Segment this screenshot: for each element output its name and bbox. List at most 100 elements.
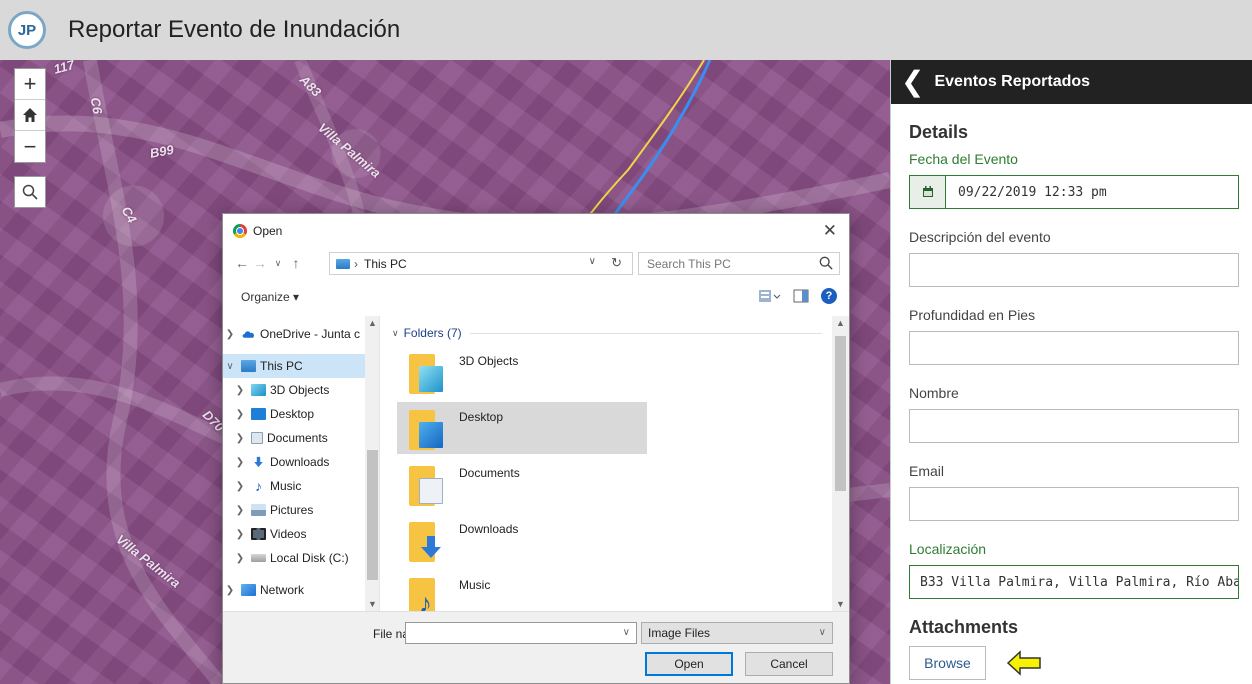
scroll-down-icon[interactable]: ▼ (368, 599, 377, 609)
chevron-right-icon[interactable]: ❯ (233, 529, 247, 540)
nav-item-3d-objects[interactable]: ❯ 3D Objects (223, 378, 379, 402)
recent-dropdown-icon[interactable]: ∨ (269, 258, 287, 269)
folder-tile-documents[interactable]: Documents (397, 458, 647, 510)
descripcion-label: Descripción del evento (909, 229, 1051, 245)
network-icon (241, 584, 256, 596)
search-icon (819, 256, 833, 270)
nav-item-pictures[interactable]: ❯ Pictures (223, 498, 379, 522)
zoom-out-button[interactable]: − (15, 131, 45, 162)
folder-name: Downloads (459, 522, 519, 536)
folder-tile-music[interactable]: ♪ Music (397, 570, 647, 611)
pc-icon (241, 360, 256, 372)
folders-group-header[interactable]: ∨ Folders (7) (392, 326, 822, 340)
nav-item-downloads[interactable]: ❯ Downloads (223, 450, 379, 474)
chevron-down-icon[interactable]: ∨ (819, 627, 826, 638)
scroll-up-icon[interactable]: ▲ (368, 318, 377, 328)
back-arrow-icon[interactable]: ← (233, 255, 251, 271)
file-list-scrollbar[interactable]: ▲ ▼ (832, 316, 849, 611)
nav-item-documents[interactable]: ❯ Documents (223, 426, 379, 450)
folder-tile-desktop[interactable]: Desktop (397, 402, 647, 454)
chevron-right-icon[interactable]: ❯ (233, 433, 247, 444)
refresh-icon[interactable]: ↻ (611, 255, 622, 271)
navigation-pane: ❯ OneDrive - Junta c ∨ This PC ❯ 3D Obje… (223, 316, 380, 611)
chevron-down-icon[interactable]: ∨ (589, 256, 596, 267)
email-label: Email (909, 463, 945, 479)
file-list-pane: ∨ Folders (7) 3D Objects Desktop Documen… (382, 316, 849, 611)
nav-item-label: Desktop (270, 407, 315, 421)
file-type-select[interactable]: Image Files ∨ (641, 622, 833, 644)
nav-item-label: Documents (267, 431, 328, 445)
search-input[interactable]: Search This PC (638, 252, 840, 275)
nav-item-label: Music (270, 479, 302, 493)
browse-row: Browse (909, 646, 1234, 680)
address-text: This PC (364, 256, 407, 271)
dialog-titlebar: Open ✕ (223, 214, 849, 248)
profundidad-field[interactable] (909, 331, 1239, 365)
back-chevron-icon[interactable]: ❮ (901, 68, 924, 96)
nav-item-network[interactable]: ❯ Network (223, 578, 379, 602)
jp-logo-icon: JP (8, 11, 46, 49)
chevron-down-icon[interactable]: ∨ (392, 328, 399, 339)
folder-tile-downloads[interactable]: Downloads (397, 514, 647, 566)
scroll-down-icon[interactable]: ▼ (836, 599, 845, 609)
cancel-button[interactable]: Cancel (745, 652, 833, 676)
nav-item-videos[interactable]: ❯ Videos (223, 522, 379, 546)
app-header: JP Reportar Evento de Inundación (0, 0, 1252, 60)
panel-header: ❮ Eventos Reportados (891, 60, 1252, 104)
nav-item-onedrive[interactable]: ❯ OneDrive - Junta c (223, 322, 379, 346)
chevron-right-icon[interactable]: ❯ (223, 585, 237, 596)
dialog-toolbar: Organize ▾ ? (223, 282, 849, 312)
descripcion-field[interactable] (909, 253, 1239, 287)
view-options-icon[interactable] (759, 289, 781, 303)
scroll-up-icon[interactable]: ▲ (836, 318, 845, 328)
pc-icon (336, 258, 350, 269)
fecha-field[interactable]: 09/22/2019 12:33 pm (909, 175, 1239, 209)
fecha-label: Fecha del Evento (909, 151, 1018, 167)
preview-pane-icon[interactable] (793, 289, 809, 303)
close-icon[interactable]: ✕ (823, 221, 837, 241)
chevron-right-icon[interactable]: ❯ (233, 385, 247, 396)
up-arrow-icon[interactable]: ↑ (287, 255, 305, 271)
folder-tile-3d-objects[interactable]: 3D Objects (397, 346, 647, 398)
cloud-icon (242, 331, 254, 338)
nav-item-desktop[interactable]: ❯ Desktop (223, 402, 379, 426)
chevron-right-icon[interactable]: ❯ (233, 481, 247, 492)
browse-button[interactable]: Browse (909, 646, 986, 680)
chevron-down-icon[interactable]: ∨ (623, 627, 630, 638)
zoom-in-button[interactable]: + (15, 69, 45, 100)
music-folder-icon: ♪ (409, 578, 449, 611)
nav-scrollbar[interactable]: ▲ ▼ (365, 316, 379, 611)
profundidad-label: Profundidad en Pies (909, 307, 1036, 323)
nav-item-music[interactable]: ❯ ♪ Music (223, 474, 379, 498)
email-field[interactable] (909, 487, 1239, 521)
nav-item-label: This PC (260, 359, 303, 373)
address-bar[interactable]: › This PC ∨ ↻ (329, 252, 633, 275)
nav-item-local-disk[interactable]: ❯ Local Disk (C:) (223, 546, 379, 570)
panel-title: Eventos Reportados (934, 73, 1091, 90)
fecha-value: 09/22/2019 12:33 pm (958, 184, 1107, 200)
file-name-input[interactable]: ∨ (405, 622, 637, 644)
help-icon[interactable]: ? (821, 288, 837, 304)
nav-item-label: Network (260, 583, 305, 597)
scroll-thumb[interactable] (835, 336, 846, 491)
calendar-icon[interactable] (910, 176, 946, 208)
scroll-thumb[interactable] (367, 450, 378, 580)
map-search-button[interactable] (14, 176, 46, 208)
pictures-icon (251, 504, 266, 516)
organize-button[interactable]: Organize ▾ (241, 290, 299, 304)
home-button[interactable] (15, 100, 45, 131)
chevron-down-icon[interactable]: ∨ (223, 361, 237, 372)
chevron-right-icon[interactable]: ❯ (233, 505, 247, 516)
cube-folder-icon (409, 354, 449, 394)
nav-item-label: OneDrive - Junta c (260, 327, 361, 341)
forward-arrow-icon[interactable]: → (251, 255, 269, 271)
nombre-field[interactable] (909, 409, 1239, 443)
chevron-right-icon[interactable]: ❯ (233, 409, 247, 420)
localizacion-value: B33 Villa Palmira, Villa Palmira, Río Ab… (920, 574, 1238, 590)
open-button[interactable]: Open (645, 652, 733, 676)
chevron-right-icon[interactable]: ❯ (233, 457, 247, 468)
localizacion-field[interactable]: B33 Villa Palmira, Villa Palmira, Río Ab… (909, 565, 1239, 599)
nav-item-this-pc[interactable]: ∨ This PC (223, 354, 379, 378)
chevron-right-icon[interactable]: ❯ (223, 329, 237, 340)
chevron-right-icon[interactable]: ❯ (233, 553, 247, 564)
